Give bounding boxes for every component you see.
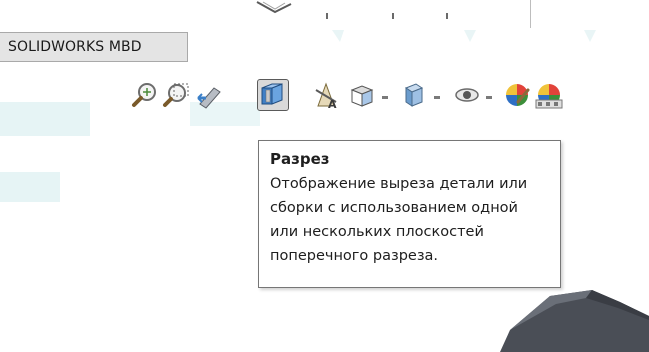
toolbar-dropdown-caret[interactable] xyxy=(326,13,328,19)
tooltip-description-line: сборки с использованием одной xyxy=(270,200,518,216)
dynamic-annotation-views-icon[interactable]: A xyxy=(312,80,342,110)
zoom-to-area-icon[interactable] xyxy=(162,80,192,110)
view-orientation-dropdown[interactable] xyxy=(382,96,388,99)
edit-appearance-icon[interactable] xyxy=(502,80,532,110)
tooltip-description-line: или нескольких плоскостей xyxy=(270,224,484,240)
view-orientation-icon[interactable] xyxy=(346,80,376,110)
partial-toolbar-icon xyxy=(256,1,292,14)
hide-show-items-dropdown[interactable] xyxy=(486,96,492,99)
section-view-icon[interactable] xyxy=(257,79,289,111)
toolbar-dropdown-caret[interactable] xyxy=(446,13,448,19)
tooltip-description-line: Отображение выреза детали или xyxy=(270,176,528,192)
display-style-dropdown[interactable] xyxy=(434,96,440,99)
toolbar-dropdown-caret[interactable] xyxy=(392,13,394,19)
svg-text:A: A xyxy=(328,98,337,110)
tooltip: Разрез Отображение выреза детали или сбо… xyxy=(258,140,561,288)
zoom-to-fit-icon[interactable] xyxy=(130,80,160,110)
toolbar-separator xyxy=(530,0,531,28)
tooltip-description-line: поперечного разреза. xyxy=(270,248,439,264)
model-geometry[interactable] xyxy=(470,290,649,352)
tab-solidworks-mbd[interactable]: SOLIDWORKS MBD xyxy=(0,32,188,62)
graphics-area: SOLIDWORKS MBD A Разрез Отображение выре… xyxy=(0,0,649,352)
top-toolbar-strip xyxy=(0,0,649,30)
display-style-icon[interactable] xyxy=(398,80,428,110)
tooltip-title: Разрез xyxy=(270,150,330,168)
previous-view-icon[interactable] xyxy=(194,80,224,110)
hide-show-items-icon[interactable] xyxy=(452,80,482,110)
tab-label: SOLIDWORKS MBD xyxy=(8,39,142,55)
apply-scene-icon[interactable] xyxy=(534,80,564,110)
